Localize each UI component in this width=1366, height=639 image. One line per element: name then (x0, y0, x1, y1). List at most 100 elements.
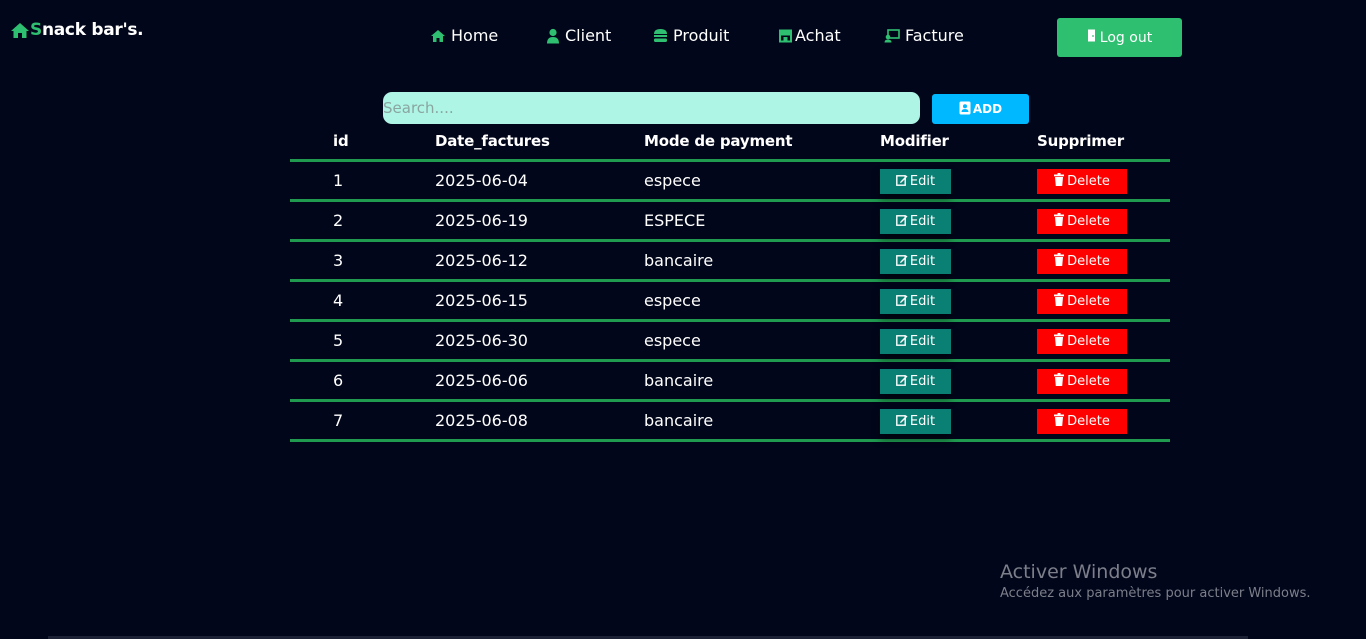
logout-button[interactable]: Log out (1057, 18, 1182, 57)
nav-achat-label: Achat (795, 26, 841, 45)
home-icon (10, 22, 30, 39)
delete-button[interactable]: Delete (1037, 289, 1127, 314)
cell-id: 4 (333, 291, 344, 310)
delete-button[interactable]: Delete (1037, 169, 1127, 194)
edit-icon (896, 174, 908, 190)
edit-icon (896, 414, 908, 430)
table-row: 3 2025-06-12 bancaire Edit Delete (290, 242, 1170, 282)
brand-initial: S (30, 20, 42, 40)
edit-icon (896, 334, 908, 350)
delete-button[interactable]: Delete (1037, 369, 1127, 394)
cell-mode: espece (644, 171, 701, 190)
table-row: 1 2025-06-04 espece Edit Delete (290, 162, 1170, 202)
watermark-subtitle: Accédez aux paramètres pour activer Wind… (1000, 586, 1311, 601)
edit-icon (896, 214, 908, 230)
edit-icon (896, 374, 908, 390)
trash-icon (1054, 213, 1065, 230)
trash-icon (1054, 373, 1065, 390)
header-mode: Mode de payment (644, 132, 793, 150)
cell-id: 2 (333, 211, 344, 230)
nav-facture[interactable]: Facture (884, 26, 964, 45)
header-id: id (333, 132, 349, 150)
delete-button[interactable]: Delete (1037, 209, 1127, 234)
header-modifier: Modifier (880, 132, 949, 150)
header-date: Date_factures (435, 132, 550, 150)
cell-mode: espece (644, 291, 701, 310)
edit-button[interactable]: Edit (880, 369, 951, 394)
edit-button[interactable]: Edit (880, 169, 951, 194)
nav-home-label: Home (451, 26, 499, 45)
edit-button[interactable]: Edit (880, 209, 951, 234)
edit-button[interactable]: Edit (880, 289, 951, 314)
cell-mode: espece (644, 331, 701, 350)
table-row: 6 2025-06-06 bancaire Edit Delete (290, 362, 1170, 402)
search-input[interactable] (383, 92, 920, 124)
cell-mode: ESPECE (644, 211, 706, 230)
nav-client-label: Client (565, 26, 612, 45)
cell-mode: bancaire (644, 411, 714, 430)
cell-date: 2025-06-30 (435, 331, 528, 350)
trash-icon (1054, 333, 1065, 350)
cell-date: 2025-06-19 (435, 211, 528, 230)
edit-label: Edit (909, 174, 936, 189)
table-row: 7 2025-06-08 bancaire Edit Delete (290, 402, 1170, 442)
delete-label: Delete (1067, 214, 1110, 229)
edit-button[interactable]: Edit (880, 329, 951, 354)
edit-label: Edit (909, 334, 936, 349)
cell-id: 7 (333, 411, 344, 430)
trash-icon (1054, 293, 1065, 310)
add-button[interactable]: ADD (932, 94, 1029, 124)
cell-date: 2025-06-15 (435, 291, 528, 310)
table-body: 1 2025-06-04 espece Edit Delete 2 2025-06-19 ES… (290, 162, 1170, 442)
cell-date: 2025-06-06 (435, 371, 528, 390)
invoice-icon (884, 28, 900, 43)
cell-id: 5 (333, 331, 344, 350)
add-label: ADD (972, 102, 1003, 116)
user-icon (546, 28, 560, 44)
delete-label: Delete (1067, 334, 1110, 349)
cell-id: 3 (333, 251, 344, 270)
brand-name: nack bar's. (41, 20, 144, 40)
nav-home[interactable]: Home (430, 26, 498, 45)
edit-label: Edit (909, 214, 936, 229)
edit-icon (896, 294, 908, 310)
edit-label: Edit (909, 414, 936, 429)
header-supprimer: Supprimer (1037, 132, 1124, 150)
cell-id: 1 (333, 171, 344, 190)
edit-button[interactable]: Edit (880, 409, 951, 434)
factures-table: id Date_factures Mode de payment Modifie… (290, 126, 1170, 442)
delete-label: Delete (1067, 414, 1110, 429)
burger-icon (653, 28, 668, 43)
table-row: 5 2025-06-30 espece Edit Delete (290, 322, 1170, 362)
delete-label: Delete (1067, 374, 1110, 389)
cell-date: 2025-06-04 (435, 171, 528, 190)
delete-button[interactable]: Delete (1037, 329, 1127, 354)
cell-mode: bancaire (644, 251, 714, 270)
watermark-title: Activer Windows (1000, 561, 1158, 583)
nav-client[interactable]: Client (546, 26, 611, 45)
trash-icon (1054, 413, 1065, 430)
cell-mode: bancaire (644, 371, 714, 390)
delete-label: Delete (1067, 254, 1110, 269)
edit-label: Edit (909, 294, 936, 309)
edit-label: Edit (909, 374, 936, 389)
nav-achat[interactable]: Achat (778, 26, 841, 45)
trash-icon (1054, 253, 1065, 270)
table-row: 2 2025-06-19 ESPECE Edit Delete (290, 202, 1170, 242)
logout-label: Log out (1099, 29, 1153, 46)
nav-produit-label: Produit (673, 26, 730, 45)
nav-produit[interactable]: Produit (653, 26, 729, 45)
edit-label: Edit (909, 254, 936, 269)
edit-button[interactable]: Edit (880, 249, 951, 274)
door-icon (1087, 29, 1097, 46)
cell-date: 2025-06-12 (435, 251, 528, 270)
delete-button[interactable]: Delete (1037, 409, 1127, 434)
delete-label: Delete (1067, 294, 1110, 309)
cell-date: 2025-06-08 (435, 411, 528, 430)
trash-icon (1054, 173, 1065, 190)
home-icon (430, 29, 446, 43)
delete-button[interactable]: Delete (1037, 249, 1127, 274)
table-header: id Date_factures Mode de payment Modifie… (290, 126, 1170, 162)
brand-logo[interactable]: S nack bar's. (10, 20, 144, 40)
nav-facture-label: Facture (905, 26, 964, 45)
